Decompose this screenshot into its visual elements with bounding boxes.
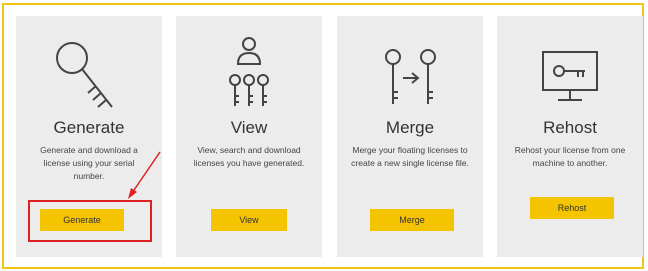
- annotation-arrow-icon: [128, 151, 161, 199]
